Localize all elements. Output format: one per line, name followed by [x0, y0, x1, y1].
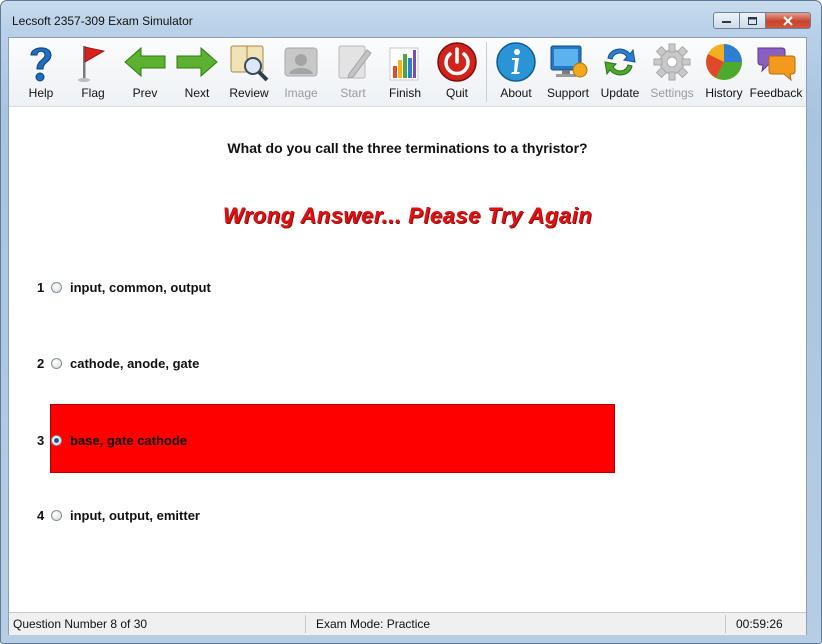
settings-button[interactable]: Settings: [650, 40, 694, 104]
answer-option-3[interactable]: 3 base, gate cathode: [37, 430, 187, 450]
power-icon: [437, 42, 477, 82]
support-label: Support: [546, 86, 590, 100]
prev-button[interactable]: Prev: [123, 40, 167, 104]
title-bar[interactable]: Lecsoft 2357-309 Exam Simulator: [1, 1, 821, 37]
image-button[interactable]: Image: [279, 40, 323, 104]
answer-number: 2: [37, 355, 45, 371]
next-button[interactable]: Next: [175, 40, 219, 104]
answer-text: cathode, anode, gate: [70, 355, 200, 371]
answer-option-1[interactable]: 1 input, common, output: [37, 277, 211, 297]
image-icon: [284, 47, 318, 77]
status-bar: Question Number 8 of 30 Exam Mode: Pract…: [9, 612, 806, 635]
review-magnifier-icon: [230, 45, 269, 82]
answer-number: 1: [37, 279, 45, 295]
window-title: Lecsoft 2357-309 Exam Simulator: [12, 14, 193, 28]
answer-radio[interactable]: [51, 357, 62, 369]
help-icon: [30, 47, 52, 82]
about-label: About: [500, 86, 532, 100]
gear-icon: [653, 43, 691, 81]
answer-radio[interactable]: [51, 509, 62, 521]
answer-number: 4: [37, 507, 45, 523]
quit-button[interactable]: Quit: [435, 40, 479, 104]
close-icon: [783, 15, 793, 26]
maximize-button[interactable]: [740, 12, 766, 29]
info-icon: [496, 42, 536, 82]
update-label: Update: [600, 86, 640, 100]
maximize-icon: [747, 16, 757, 25]
help-label: Help: [28, 86, 54, 100]
status-divider: [725, 615, 726, 633]
history-label: History: [705, 86, 743, 100]
speech-bubbles-icon: [757, 47, 796, 82]
prev-label: Prev: [132, 86, 158, 100]
pie-chart-icon: [706, 44, 742, 80]
timer-status: 00:59:26: [736, 617, 783, 631]
review-label: Review: [229, 86, 269, 100]
question-text: What do you call the three terminations …: [227, 140, 588, 156]
finish-chart-icon: [389, 47, 419, 81]
window-controls: [713, 12, 811, 29]
prev-arrow-icon: [124, 46, 166, 78]
help-button[interactable]: Help: [19, 40, 63, 104]
finish-button[interactable]: Finish: [383, 40, 427, 104]
about-button[interactable]: About: [494, 40, 538, 104]
app-window: Lecsoft 2357-309 Exam Simulator Help Fla…: [0, 0, 822, 644]
update-button[interactable]: Update: [598, 40, 642, 104]
image-label: Image: [284, 86, 318, 100]
next-label: Next: [184, 86, 210, 100]
answer-option-4[interactable]: 4 input, output, emitter: [37, 505, 200, 525]
review-button[interactable]: Review: [227, 40, 271, 104]
close-button[interactable]: [766, 12, 811, 29]
feedback-label: Feedback: [749, 86, 803, 100]
start-label: Start: [340, 86, 366, 100]
start-button[interactable]: Start: [331, 40, 375, 104]
quit-label: Quit: [445, 86, 468, 100]
flag-icon: [78, 46, 106, 82]
feedback-message: Wrong Answer... Please Try Again: [222, 203, 593, 228]
exam-mode-status: Exam Mode: Practice: [316, 617, 431, 631]
toolbar-separator: [486, 42, 487, 102]
answer-text: base, gate cathode: [70, 432, 188, 448]
client-area: Help Flag Prev Next Review Image Start F…: [8, 37, 807, 635]
answer-number: 3: [37, 432, 45, 448]
status-divider: [305, 615, 306, 633]
answer-text: input, common, output: [70, 279, 211, 295]
answer-text: input, output, emitter: [70, 507, 200, 523]
answer-radio-selected[interactable]: [51, 434, 62, 446]
settings-label: Settings: [650, 86, 694, 100]
minimize-icon: [721, 20, 731, 23]
next-arrow-icon: [176, 46, 218, 78]
flag-button[interactable]: Flag: [71, 40, 115, 104]
answer-radio[interactable]: [51, 281, 62, 293]
minimize-button[interactable]: [713, 12, 740, 29]
support-monitor-icon: [550, 45, 588, 78]
toolbar: Help Flag Prev Next Review Image Start F…: [9, 38, 806, 107]
flag-label: Flag: [81, 86, 105, 100]
question-number-status: Question Number 8 of 30: [13, 617, 148, 631]
start-pencil-icon: [338, 45, 372, 79]
update-arrows-icon: [604, 48, 636, 76]
answer-option-2[interactable]: 2 cathode, anode, gate: [37, 353, 199, 373]
finish-label: Finish: [388, 86, 421, 100]
history-button[interactable]: History: [702, 40, 746, 104]
feedback-button[interactable]: Feedback: [750, 40, 802, 104]
support-button[interactable]: Support: [546, 40, 590, 104]
